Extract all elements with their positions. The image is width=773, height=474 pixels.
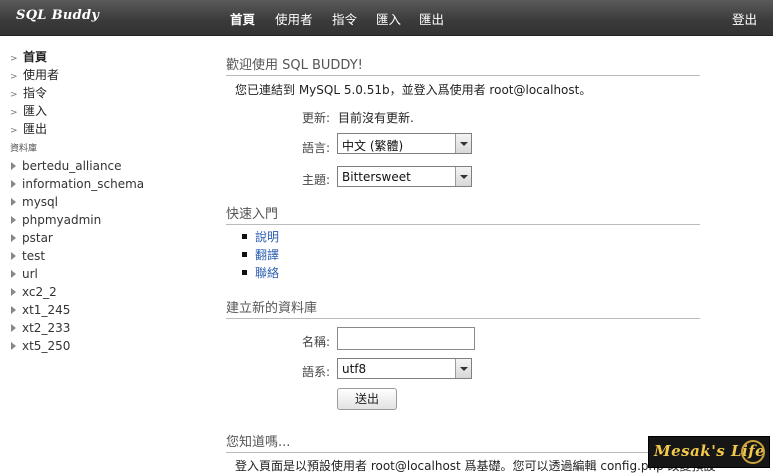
theme-selected-value: Bittersweet <box>342 170 411 184</box>
chevron-down-icon[interactable] <box>455 167 471 186</box>
database-name: xt1_245 <box>22 303 71 317</box>
did-you-know-title: 您知道嗎... <box>226 431 700 453</box>
database-list: bertedu_alliance information_schema mysq… <box>10 157 210 355</box>
expand-arrow-icon[interactable] <box>11 305 16 314</box>
bullet-icon <box>242 270 247 275</box>
database-item[interactable]: xc2_2 <box>10 283 210 301</box>
welcome-title: 歡迎使用 SQL BUDDY! <box>226 54 700 76</box>
sidebar-item-label: 使用者 <box>23 68 60 82</box>
database-name: phpmyadmin <box>22 213 102 227</box>
database-item[interactable]: url <box>10 265 210 283</box>
database-name: xt2_233 <box>22 321 71 335</box>
theme-label: 主題: <box>301 173 330 187</box>
sidebar-item-label: 首頁 <box>23 50 48 64</box>
database-item[interactable]: xt1_245 <box>10 301 210 319</box>
nav-home[interactable]: 首頁 <box>230 9 255 28</box>
nav-import[interactable]: 匯入 <box>376 9 401 28</box>
database-name: xc2_2 <box>22 285 57 299</box>
submit-button[interactable]: 送出 <box>337 388 397 410</box>
charset-select[interactable]: utf8 <box>337 358 472 379</box>
quick-link-help[interactable]: 說明 <box>242 228 279 246</box>
language-selected-value: 中文 (繁體) <box>342 139 404 153</box>
expand-arrow-icon[interactable] <box>11 215 16 224</box>
watermark-logo: Mesak's Life <box>648 436 770 468</box>
quick-link-label: 聯絡 <box>255 266 280 280</box>
database-item[interactable]: xt5_250 <box>10 337 210 355</box>
database-name: bertedu_alliance <box>22 159 122 173</box>
database-item[interactable]: bertedu_alliance <box>10 157 210 175</box>
database-item[interactable]: phpmyadmin <box>10 211 210 229</box>
language-select[interactable]: 中文 (繁體) <box>337 133 472 154</box>
database-name: xt5_250 <box>22 339 71 353</box>
charset-selected-value: utf8 <box>342 362 367 376</box>
database-name: mysql <box>22 195 58 209</box>
update-status: 目前沒有更新. <box>338 111 414 125</box>
chevron-down-icon[interactable] <box>455 359 471 378</box>
expand-arrow-icon[interactable] <box>11 269 16 278</box>
logout-link[interactable]: 登出 <box>732 9 757 28</box>
sidebar-item-home[interactable]: > 首頁 <box>10 48 210 66</box>
expand-arrow-icon[interactable] <box>11 341 16 350</box>
database-item[interactable]: xt2_233 <box>10 319 210 337</box>
language-label: 語言: <box>301 141 330 155</box>
top-nav-bar: SQL Buddy 首頁 使用者 指令 匯入 匯出 登出 <box>0 0 773 36</box>
database-item[interactable]: mysql <box>10 193 210 211</box>
nav-users[interactable]: 使用者 <box>275 9 313 28</box>
connection-info: 您已連結到 MySQL 5.0.51b，並登入爲使用者 root@localho… <box>235 83 592 97</box>
update-label: 更新: <box>301 111 330 125</box>
quick-link-label: 說明 <box>255 230 280 244</box>
app-logo[interactable]: SQL Buddy <box>16 8 99 23</box>
database-name-input[interactable] <box>337 327 475 350</box>
database-name: pstar <box>22 231 53 245</box>
sidebar: > 首頁 > 使用者 > 指令 > 匯入 > 匯出 資料庫 bertedu_allianc… <box>10 48 210 355</box>
database-name: information_schema <box>22 177 145 191</box>
quick-start-list: 說明 翻譯 聯絡 <box>242 228 279 282</box>
database-item[interactable]: pstar <box>10 229 210 247</box>
quick-link-label: 翻譯 <box>255 248 280 262</box>
database-name: url <box>22 267 38 281</box>
did-you-know-text: 登入頁面是以預設使用者 root@localhost 爲基礎。您可以透過編輯 c… <box>235 459 716 473</box>
chevron-down-icon[interactable] <box>455 134 471 153</box>
ring-icon <box>741 440 765 464</box>
expand-arrow-icon[interactable] <box>11 179 16 188</box>
quick-link-contact[interactable]: 聯絡 <box>242 264 279 282</box>
quick-start-title: 快速入門 <box>226 203 700 225</box>
db-name-label: 名稱: <box>301 335 330 349</box>
database-section-heading: 資料庫 <box>10 144 38 154</box>
quick-link-translate[interactable]: 翻譯 <box>242 246 279 264</box>
sidebar-item-label: 指令 <box>23 86 48 100</box>
nav-query[interactable]: 指令 <box>332 9 357 28</box>
sidebar-item-query[interactable]: > 指令 <box>10 84 210 102</box>
database-item[interactable]: information_schema <box>10 175 210 193</box>
nav-export[interactable]: 匯出 <box>419 9 444 28</box>
sidebar-item-label: 匯入 <box>23 104 48 118</box>
expand-arrow-icon[interactable] <box>11 251 16 260</box>
sidebar-item-users[interactable]: > 使用者 <box>10 66 210 84</box>
charset-label: 語系: <box>301 365 330 379</box>
theme-select[interactable]: Bittersweet <box>337 166 472 187</box>
expand-arrow-icon[interactable] <box>11 323 16 332</box>
bullet-icon <box>242 234 247 239</box>
database-item[interactable]: test <box>10 247 210 265</box>
chevron-right-icon: > <box>10 126 18 136</box>
create-database-title: 建立新的資料庫 <box>226 297 700 319</box>
expand-arrow-icon[interactable] <box>11 287 16 296</box>
sidebar-item-label: 匯出 <box>23 122 48 136</box>
database-name: test <box>22 249 46 263</box>
bullet-icon <box>242 252 247 257</box>
expand-arrow-icon[interactable] <box>11 233 16 242</box>
sidebar-item-import[interactable]: > 匯入 <box>10 102 210 120</box>
expand-arrow-icon[interactable] <box>11 161 16 170</box>
expand-arrow-icon[interactable] <box>11 197 16 206</box>
sidebar-item-export[interactable]: > 匯出 <box>10 120 210 138</box>
